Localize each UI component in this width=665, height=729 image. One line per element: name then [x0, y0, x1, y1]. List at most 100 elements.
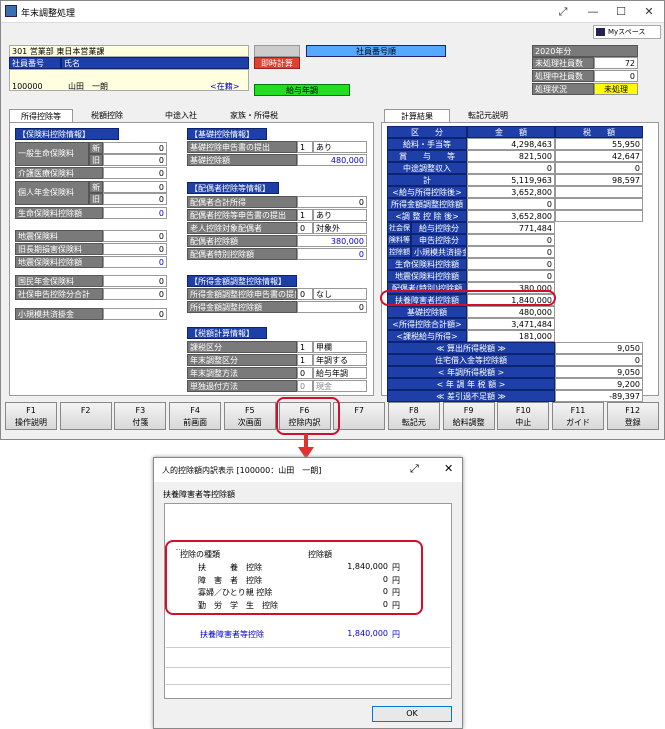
minimize-button[interactable]: —: [579, 3, 607, 21]
spouse-income-input[interactable]: 0: [297, 196, 367, 208]
maximize-button[interactable]: ☐: [607, 3, 635, 21]
result-amount: 3,652,800: [467, 210, 555, 222]
adjust-method-label: 年末調整方法: [187, 367, 297, 379]
basic-form-code[interactable]: 1: [297, 141, 313, 153]
myspace-icon: [596, 28, 605, 36]
close-button[interactable]: ✕: [635, 3, 663, 21]
employee-row[interactable]: 100000 山田 一朗 <在籍>: [9, 69, 249, 91]
longterm-label: 旧長期損害保険料: [15, 243, 103, 255]
spouse-form-code[interactable]: 1: [297, 209, 313, 221]
group-title: 扶養障害者等控除額: [163, 490, 235, 499]
sort-order-button[interactable]: 社員番号順: [306, 45, 446, 57]
fkey-f5-button[interactable]: F5 次画面: [223, 402, 276, 430]
tax-class-code[interactable]: 1: [297, 341, 313, 353]
fkey-code: F9: [463, 406, 474, 415]
fkey-f3-button[interactable]: F3 付箋: [114, 402, 167, 430]
pension-new-input[interactable]: 0: [103, 181, 167, 193]
eq-deduction-value: 0: [103, 256, 167, 268]
ok-button[interactable]: OK: [372, 706, 452, 722]
myspace-button[interactable]: Myスペース: [593, 25, 661, 39]
pension-label: 個人年金保険料: [15, 181, 89, 205]
spouse-form-label: 配偶者控除等申告書の提出: [187, 209, 297, 221]
small-biz-label: 小規模共済掛金: [15, 308, 103, 320]
employee-no-label: 社員番号: [9, 57, 61, 69]
life-old-input[interactable]: 0: [103, 154, 167, 166]
income-adj-code[interactable]: 0: [297, 288, 313, 300]
result-label: 生命保険料控除額: [387, 258, 467, 270]
col-header: 税 額: [555, 126, 643, 138]
highlight-box: [276, 397, 340, 435]
result-label: 計: [387, 174, 467, 186]
fkey-f11-button[interactable]: F11 ガイド: [552, 402, 604, 430]
total-label: 扶養障害者等控除: [200, 630, 264, 639]
tab-deductions[interactable]: 所得控除等: [9, 109, 73, 123]
result-tax: 0: [555, 354, 643, 366]
result-amount: 5,119,963: [467, 174, 555, 186]
result-group: 控除額: [387, 246, 411, 258]
summary-label: 未処理社員数: [532, 57, 594, 69]
adjust-method-code[interactable]: 0: [297, 367, 313, 379]
income-adj-amount-label: 所得金額調整控除額: [187, 301, 297, 313]
tab-source-desc[interactable]: 転記元説明: [453, 109, 523, 123]
new-label: 新: [89, 142, 103, 154]
fkey-f9-button[interactable]: F9 給料調整: [442, 402, 495, 430]
small-biz-input[interactable]: 0: [103, 308, 167, 320]
col-header: 金 額: [467, 126, 555, 138]
life-insurance-label: 一般生命保険料: [15, 142, 89, 166]
instant-calc-button[interactable]: 即時計算: [254, 57, 300, 69]
tab-results[interactable]: 計算結果: [384, 109, 450, 123]
adjust-class-code[interactable]: 1: [297, 354, 313, 366]
spouse-deduction-label: 配偶者控除額: [187, 235, 297, 247]
result-label: <調 整 控 除 後>: [387, 210, 467, 222]
divider: [166, 684, 450, 685]
close-icon[interactable]: ✕: [444, 462, 453, 475]
breakdown-dialog: 人的控除額内訳表示 [100000：山田 一朗] ⤢ ✕ 扶養障害者等控除額 控…: [153, 457, 463, 729]
result-label: 所得金額調整控除額: [387, 198, 467, 210]
fkey-code: F5: [244, 406, 255, 415]
fkey-f7-button[interactable]: F7: [333, 402, 386, 430]
medical-input[interactable]: 0: [103, 167, 167, 179]
tab-midyear-hire[interactable]: 中途入社: [149, 109, 213, 123]
fkey-code: F2: [80, 406, 91, 415]
result-tax: 9,200: [555, 378, 643, 390]
expand-icon[interactable]: ⤢: [549, 3, 577, 21]
refund-method-code[interactable]: 0: [297, 380, 313, 392]
fkey-f8-button[interactable]: F8 転記元: [387, 402, 440, 430]
result-label: <課税給与所得>: [387, 330, 467, 342]
tab-tax-credit[interactable]: 税額控除: [75, 109, 139, 123]
status-link[interactable]: <在籍>: [210, 70, 239, 90]
refund-method-text: 現金: [313, 380, 367, 392]
fkey-f4-button[interactable]: F4 前画面: [169, 402, 222, 430]
summary-value: 72: [594, 57, 638, 69]
new-label: 新: [89, 181, 103, 193]
life-deduction-label: 生命保険料控除額: [15, 207, 103, 219]
result-tax: 55,950: [555, 138, 643, 150]
elderly-spouse-code[interactable]: 0: [297, 222, 313, 234]
expand-icon[interactable]: ⤢: [410, 462, 419, 476]
employee-no: 100000: [12, 82, 43, 91]
fkey-f1-button[interactable]: F1 操作説明: [5, 402, 57, 430]
dialog-title: 人的控除額内訳表示 [100000：山田 一朗]: [162, 466, 322, 475]
life-new-input[interactable]: 0: [103, 142, 167, 154]
longterm-input[interactable]: 0: [103, 243, 167, 255]
pension-old-input[interactable]: 0: [103, 193, 167, 205]
fkey-label: ガイド: [566, 418, 590, 427]
process-status-badge: 未処理: [594, 83, 638, 95]
result-amount: 181,000: [467, 330, 555, 342]
fkey-f12-button[interactable]: F12 登録: [606, 402, 659, 430]
blank-button[interactable]: [254, 45, 300, 57]
total-value: 1,840,000: [347, 629, 388, 638]
col-header: 区 分: [387, 126, 467, 138]
fkey-f10-button[interactable]: F10 中止: [497, 402, 550, 430]
summary-label: 処理状況: [532, 83, 594, 95]
result-label: ≪ 差引過不足額 ≫: [387, 390, 555, 402]
adjust-class-text: 年調する: [313, 354, 367, 366]
eq-input[interactable]: 0: [103, 230, 167, 242]
fkey-code: F4: [190, 406, 200, 415]
fkey-f2-button[interactable]: F2: [59, 402, 112, 430]
income-adj-text: なし: [313, 288, 367, 300]
national-pension-input[interactable]: 0: [103, 275, 167, 287]
result-label: 申告控除分: [411, 234, 467, 246]
fkey-code: F12: [625, 406, 641, 415]
tab-family-tax[interactable]: 家族・所得税: [219, 109, 289, 123]
